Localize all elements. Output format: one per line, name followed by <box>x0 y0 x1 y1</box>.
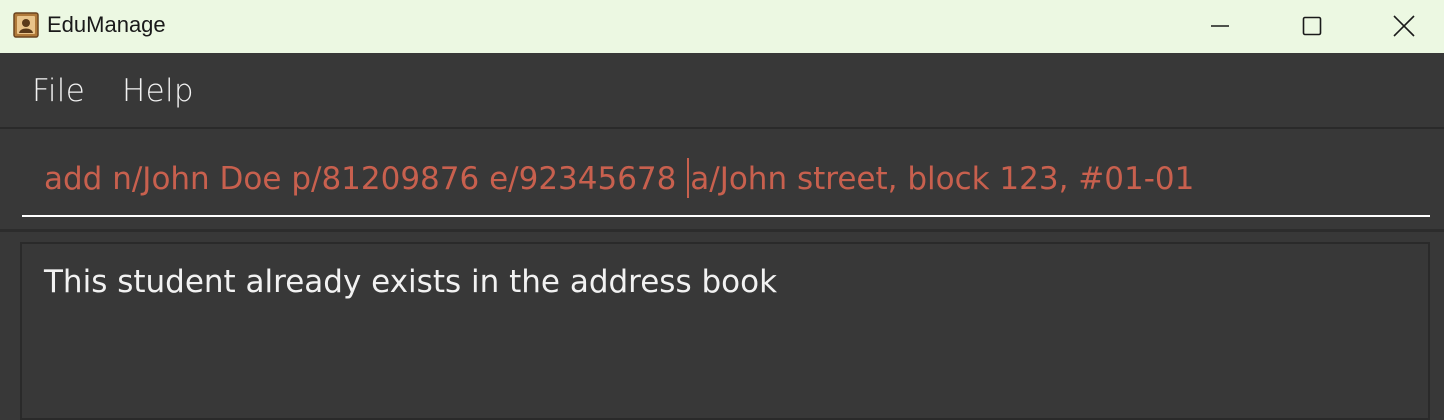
address-book-icon <box>13 12 39 38</box>
minimize-icon <box>1211 25 1229 27</box>
text-caret <box>687 158 690 198</box>
command-text-before-caret: add n/John Doe p/81209876 e/92345678 <box>44 161 687 197</box>
window-title: EduManage <box>47 12 166 37</box>
app-window: EduManage File Help add n/John Doe p/812… <box>0 0 1444 420</box>
close-button[interactable] <box>1358 0 1444 52</box>
command-text-after-caret: a/John street, block 123, #01-01 <box>690 161 1195 197</box>
menu-help[interactable]: Help <box>122 71 194 111</box>
result-message: This student already exists in the addre… <box>44 264 778 300</box>
command-text: add n/John Doe p/81209876 e/92345678 a/J… <box>44 158 1194 199</box>
menu-file[interactable]: File <box>32 71 85 111</box>
command-input[interactable]: add n/John Doe p/81209876 e/92345678 a/J… <box>22 145 1430 217</box>
command-box-pane: add n/John Doe p/81209876 e/92345678 a/J… <box>0 129 1444 232</box>
title-bar[interactable]: EduManage <box>0 0 1444 53</box>
close-icon <box>1393 15 1415 37</box>
result-display[interactable]: This student already exists in the addre… <box>20 242 1430 420</box>
maximize-button[interactable] <box>1266 0 1358 52</box>
maximize-icon <box>1302 16 1322 36</box>
minimize-button[interactable] <box>1174 0 1266 52</box>
menu-bar: File Help <box>0 53 1444 129</box>
